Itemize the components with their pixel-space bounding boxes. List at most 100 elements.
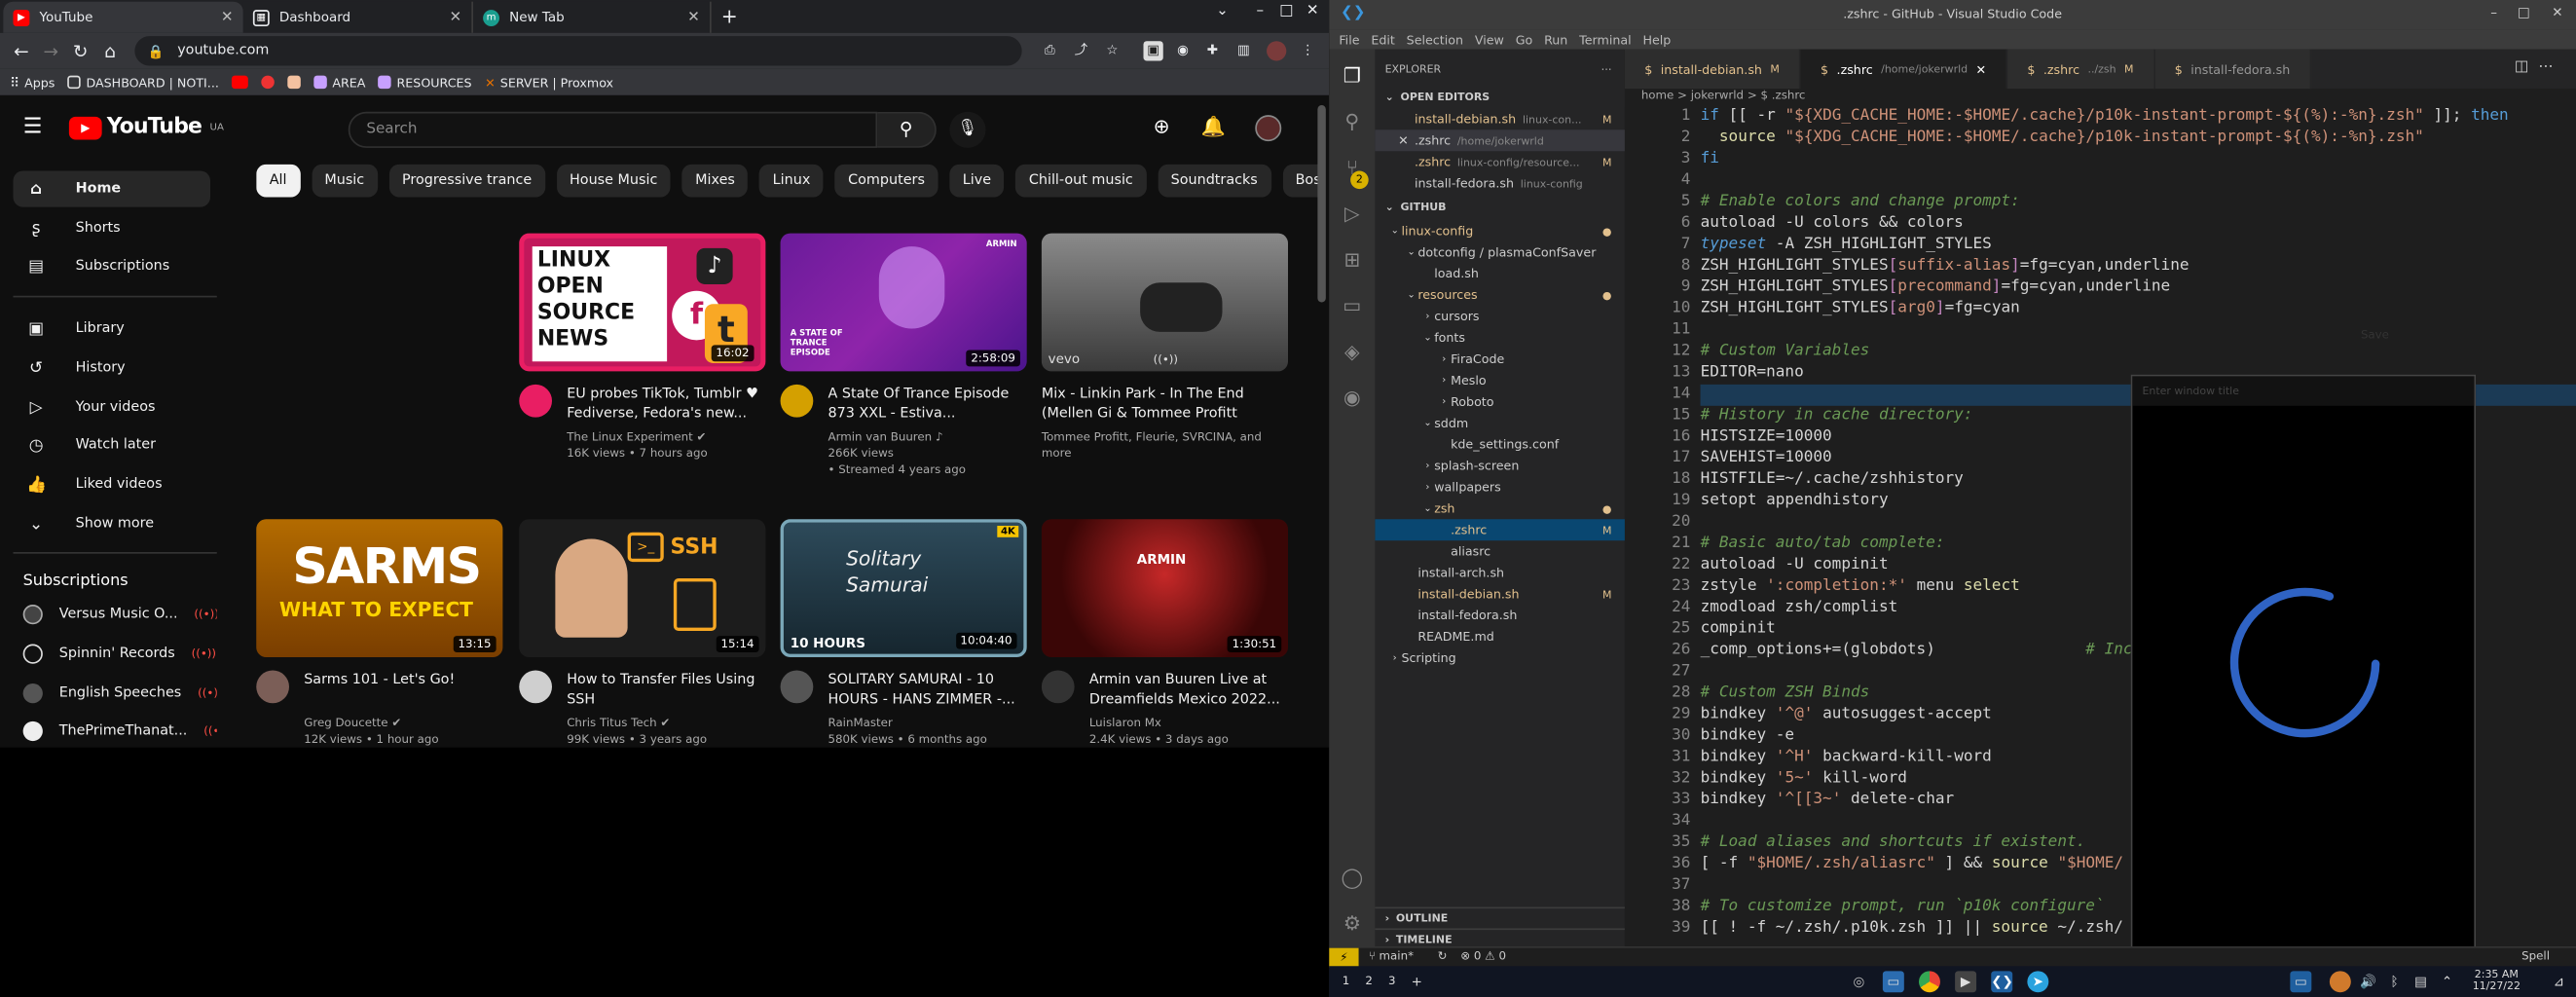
github-icon[interactable]: ◉	[1339, 385, 1365, 411]
close-icon[interactable]: ✕	[221, 9, 234, 25]
video-thumbnail[interactable]: Solitary Samurai 10 HOURS 4K 10:04:40	[780, 519, 1027, 657]
code-line[interactable]: _comp_options+=(globdots) # Inc	[1701, 641, 2133, 659]
code-line[interactable]: autoload -U compinit	[1701, 555, 1889, 573]
folder-tree-item[interactable]: › Scripting	[1375, 647, 1625, 669]
code-line[interactable]: zmodload zsh/complist	[1701, 598, 1898, 616]
video-thumbnail[interactable]: >_ SSH 15:14	[519, 519, 766, 657]
bookmark-youtube[interactable]	[232, 75, 249, 90]
video-card[interactable]: LINUX OPEN SOURCE NEWS f t ♪ 16:02 EU probe…	[519, 233, 766, 462]
close-window-icon[interactable]: ✕	[1302, 3, 1325, 19]
code-line[interactable]: bindkey '^[[3~' delete-char	[1701, 791, 1955, 809]
chip-soundtracks[interactable]: Soundtracks	[1158, 164, 1271, 198]
breadcrumb[interactable]: home > jokerwrld > $ .zshrc	[1625, 89, 2576, 107]
video-title[interactable]: Mix - Linkin Park - In The End (Mellen G…	[1042, 385, 1288, 425]
channel-name[interactable]: Tommee Profitt, Fleurie, SVRCINA, and mo…	[1042, 428, 1288, 462]
video-title[interactable]: A State Of Trance Episode 873 XXL - Esti…	[828, 385, 1027, 425]
chip-computers[interactable]: Computers	[834, 164, 938, 198]
search-icon[interactable]: ⚲	[1339, 108, 1365, 134]
sidebar-item-show-more[interactable]: ⌄ Show more	[14, 506, 211, 542]
vscode-icon[interactable]: ❮❯	[1991, 971, 2013, 993]
sidebar-item-shorts[interactable]: ʂ Shorts	[14, 210, 211, 246]
code-line[interactable]: if [[ -r "${XDG_CACHE_HOME:-$HOME/.cache…	[1701, 107, 2509, 126]
code-line[interactable]: bindkey '^H' backward-kill-word	[1701, 748, 1992, 766]
video-card[interactable]: vevo ((•)) Mix - Linkin Park - In The En…	[1041, 233, 1288, 462]
video-title[interactable]: Sarms 101 - Let's Go!	[304, 671, 502, 711]
folder-tree-item[interactable]: › wallpapers	[1375, 476, 1625, 498]
file-tree-item[interactable]: .zshrc M	[1375, 519, 1625, 541]
channel-avatar[interactable]	[780, 384, 814, 418]
docker-icon[interactable]: ◈	[1339, 339, 1365, 365]
code-line[interactable]: typeset -A ZSH_HIGHLIGHT_STYLES	[1701, 235, 1992, 253]
code-line[interactable]: # Load aliases and shortcuts if existent…	[1701, 833, 2086, 852]
file-tree-item[interactable]: aliasrc	[1375, 540, 1625, 562]
tab-newtab[interactable]: m New Tab ✕	[473, 1, 712, 33]
sidebar-item-subscriptions[interactable]: ▤ Subscriptions	[14, 248, 211, 284]
voice-search-icon[interactable]: 🎙	[949, 111, 986, 148]
channel-name[interactable]: Chris Titus Tech ✔	[567, 715, 765, 731]
video-thumbnail[interactable]: ARMIN 1:30:51	[1041, 519, 1288, 657]
workspace-2[interactable]: 2	[1365, 971, 1373, 992]
sidebar-item-your-videos[interactable]: ▷ Your videos	[14, 389, 211, 425]
search-input[interactable]: Search	[348, 111, 878, 148]
sidebar-item-home[interactable]: ⌂ Home	[13, 170, 210, 207]
folder-tree-item[interactable]: ⌄ zsh ●	[1375, 498, 1625, 519]
file-tree-item[interactable]: install-fedora.sh	[1375, 605, 1625, 626]
outline-header[interactable]: › OUTLINE	[1375, 906, 1625, 927]
home-icon[interactable]: ⌂	[95, 40, 125, 61]
video-card[interactable]: Solitary Samurai 10 HOURS 4K 10:04:40 SO…	[780, 519, 1027, 748]
reload-icon[interactable]: ↻	[66, 40, 95, 61]
open-editor-item[interactable]: ✕ .zshrc/home/jokerwrld	[1375, 129, 1625, 152]
bluetooth-icon[interactable]: ᛒ	[2384, 971, 2406, 992]
code-line[interactable]: [ -f "$HOME/.zsh/aliasrc" ] && source "$…	[1701, 855, 2123, 873]
channel-avatar[interactable]	[256, 670, 289, 704]
tab-youtube[interactable]: ▶ YouTube ✕	[3, 1, 243, 33]
code-line[interactable]: ZSH_HIGHLIGHT_STYLES[arg0]=fg=cyan	[1701, 299, 2020, 317]
video-title[interactable]: EU probes TikTok, Tumblr ♥ Fediverse, Fe…	[567, 385, 765, 425]
remote-explorer-icon[interactable]: ▭	[1339, 292, 1365, 318]
code-line[interactable]: [[ ! -f ~/.zsh/.p10k.zsh ]] || source ~/…	[1701, 918, 2123, 937]
file-manager-icon[interactable]: ▭	[1882, 971, 1904, 993]
code-line[interactable]: # Basic auto/tab complete:	[1701, 534, 1945, 552]
branch-indicator[interactable]: ⑂ main*	[1369, 949, 1414, 963]
terminal-icon[interactable]: ▶	[1955, 971, 1977, 993]
gear-icon[interactable]: ⚙	[1339, 910, 1365, 937]
code-line[interactable]: # Custom Variables	[1701, 342, 1870, 360]
code-line[interactable]: zstyle ':completion:*' menu select	[1701, 576, 2020, 595]
code-line[interactable]: # Custom ZSH Binds	[1701, 683, 1870, 702]
bookmark-shield[interactable]	[287, 75, 302, 90]
add-workspace-button[interactable]: +	[1412, 971, 1422, 992]
github-section-header[interactable]: ⌄ GITHUB	[1375, 198, 1625, 217]
file-tree-item[interactable]: load.sh	[1375, 263, 1625, 284]
sync-icon[interactable]: ↻	[1438, 949, 1448, 963]
volume-icon[interactable]: 🔊	[2358, 971, 2379, 992]
menu-run[interactable]: Run	[1544, 32, 1567, 47]
menu-file[interactable]: File	[1339, 32, 1359, 47]
code-line[interactable]: setopt appendhistory	[1701, 492, 1889, 510]
video-card[interactable]: >_ SSH 15:14 How to Transfer Files Using…	[519, 519, 766, 748]
maximize-icon[interactable]: □	[2518, 5, 2530, 19]
video-card[interactable]: A STATE OF TRANCE EPISODE ARMIN 2:58:09 …	[780, 233, 1027, 478]
open-editor-item[interactable]: install-debian.sh linux-con... M	[1375, 108, 1625, 129]
chip-progressive-trance[interactable]: Progressive trance	[388, 164, 545, 198]
file-tree-item[interactable]: kde_settings.conf	[1375, 434, 1625, 456]
code-line[interactable]: EDITOR=nano	[1701, 363, 1804, 382]
extension-icon[interactable]: ▣	[1143, 41, 1163, 61]
chip-mixes[interactable]: Mixes	[681, 164, 749, 198]
run-debug-icon[interactable]: ▷	[1339, 201, 1365, 227]
chip-chill-out-music[interactable]: Chill-out music	[1015, 164, 1147, 198]
folder-tree-item[interactable]: ⌄ sddm	[1375, 413, 1625, 434]
clock[interactable]: 2:35 AM 11/27/22	[2473, 969, 2521, 993]
scrollbar[interactable]	[1317, 105, 1326, 303]
workspace-3[interactable]: 3	[1388, 971, 1396, 992]
spell-indicator[interactable]: Spell	[2521, 949, 2550, 963]
chrome-icon[interactable]	[1919, 971, 1940, 993]
share-icon[interactable]: ⤴	[1071, 41, 1090, 60]
subscription-item[interactable]: English Speeches((•))	[14, 676, 217, 712]
bookmark-proxmox[interactable]: ✕ SERVER | Proxmox	[485, 75, 613, 90]
bookmark-dashboard[interactable]: DASHBOARD | NOTI...	[67, 75, 219, 90]
telegram-icon[interactable]: ➤	[2027, 971, 2049, 993]
folder-tree-item[interactable]: › cursors	[1375, 306, 1625, 327]
channel-name[interactable]: RainMaster	[828, 715, 1027, 731]
more-actions-icon[interactable]: ⋯	[2538, 59, 2562, 76]
file-tree-item[interactable]: install-arch.sh	[1375, 562, 1625, 583]
